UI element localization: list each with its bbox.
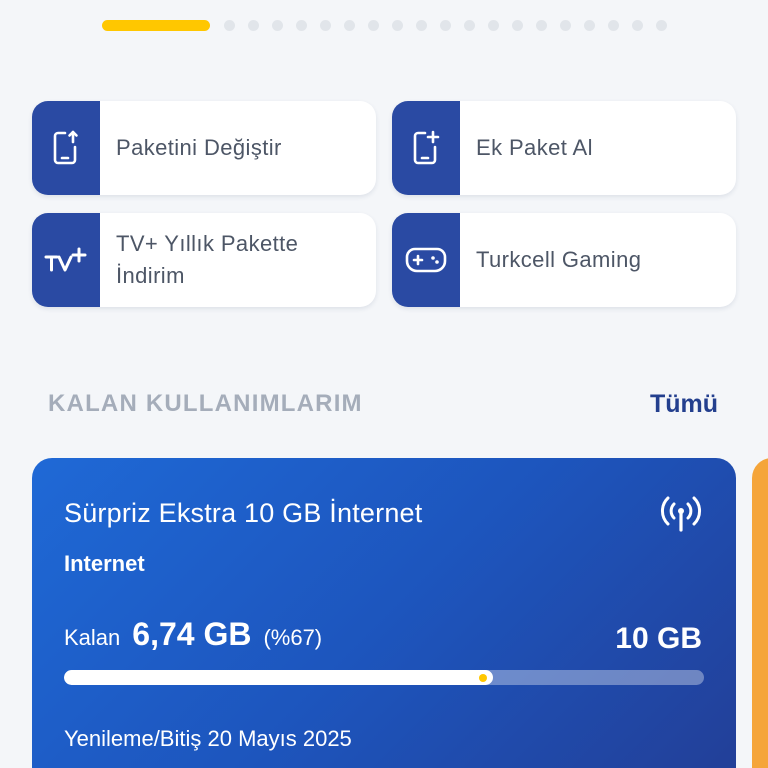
total-quota: 10 GB bbox=[615, 622, 702, 655]
pager-dot[interactable] bbox=[296, 19, 307, 31]
pager-dot[interactable] bbox=[632, 19, 643, 31]
phone-add-icon bbox=[392, 101, 460, 195]
usage-package-title: Sürpriz Ekstra 10 GB İnternet bbox=[64, 498, 423, 528]
pager-dot[interactable] bbox=[488, 19, 499, 31]
renewal-date: Yenileme/Bitiş 20 Mayıs 2025 bbox=[64, 726, 352, 751]
pager-dot[interactable] bbox=[344, 19, 355, 31]
pager-active-indicator bbox=[102, 19, 210, 31]
usage-type-label: Internet bbox=[64, 551, 145, 576]
usage-progress-marker bbox=[479, 674, 487, 682]
usage-card[interactable]: Sürpriz Ekstra 10 GB İnternet Internet K… bbox=[32, 458, 736, 768]
turkcell-gaming-card[interactable]: Turkcell Gaming bbox=[392, 213, 736, 307]
pager-dot[interactable] bbox=[512, 19, 523, 31]
pager-dot[interactable] bbox=[464, 19, 475, 31]
pager-dot[interactable] bbox=[416, 19, 427, 31]
turkcell-gaming-label: Turkcell Gaming bbox=[476, 247, 642, 272]
remaining-value: 6,74 GB bbox=[132, 616, 252, 652]
pager-dot[interactable] bbox=[656, 19, 667, 31]
usage-progress-fill bbox=[64, 670, 493, 685]
add-package-card[interactable]: Ek Paket Al bbox=[392, 101, 736, 195]
pager-dot[interactable] bbox=[248, 19, 259, 31]
pager-dot[interactable] bbox=[224, 19, 235, 31]
next-usage-card-peek[interactable] bbox=[752, 458, 768, 768]
tv-plus-discount-label: TV+ Yıllık Pakette İndirim bbox=[116, 231, 299, 288]
carousel-pager bbox=[102, 18, 680, 32]
app-screen: Paketini Değiştir Ek Paket Al TV+ Yıllık… bbox=[0, 0, 768, 768]
tv-plus-discount-card[interactable]: TV+ Yıllık Pakette İndirim bbox=[32, 213, 376, 307]
see-all-link[interactable]: Tümü bbox=[650, 390, 718, 419]
tv-plus-icon bbox=[32, 213, 100, 307]
pager-dot[interactable] bbox=[320, 19, 331, 31]
usage-progress-bar bbox=[64, 670, 704, 685]
add-package-label: Ek Paket Al bbox=[476, 135, 593, 160]
pager-dot[interactable] bbox=[608, 19, 619, 31]
remaining-usage-title: KALAN KULLANIMLARIM bbox=[48, 390, 363, 417]
pager-dot[interactable] bbox=[560, 19, 571, 31]
pager-dot[interactable] bbox=[536, 19, 547, 31]
change-package-label: Paketini Değiştir bbox=[116, 135, 282, 160]
change-package-card[interactable]: Paketini Değiştir bbox=[32, 101, 376, 195]
pager-dot[interactable] bbox=[584, 19, 595, 31]
phone-upgrade-icon bbox=[32, 101, 100, 195]
remaining-row: Kalan 6,74 GB (%67) bbox=[64, 616, 322, 653]
pager-dot[interactable] bbox=[392, 19, 403, 31]
remaining-percent: (%67) bbox=[263, 625, 323, 650]
pager-dot[interactable] bbox=[440, 19, 451, 31]
pager-dot[interactable] bbox=[368, 19, 379, 31]
remaining-label: Kalan bbox=[64, 625, 121, 650]
pager-dot[interactable] bbox=[272, 19, 283, 31]
antenna-signal-icon bbox=[660, 494, 702, 539]
gamepad-icon bbox=[392, 213, 460, 307]
